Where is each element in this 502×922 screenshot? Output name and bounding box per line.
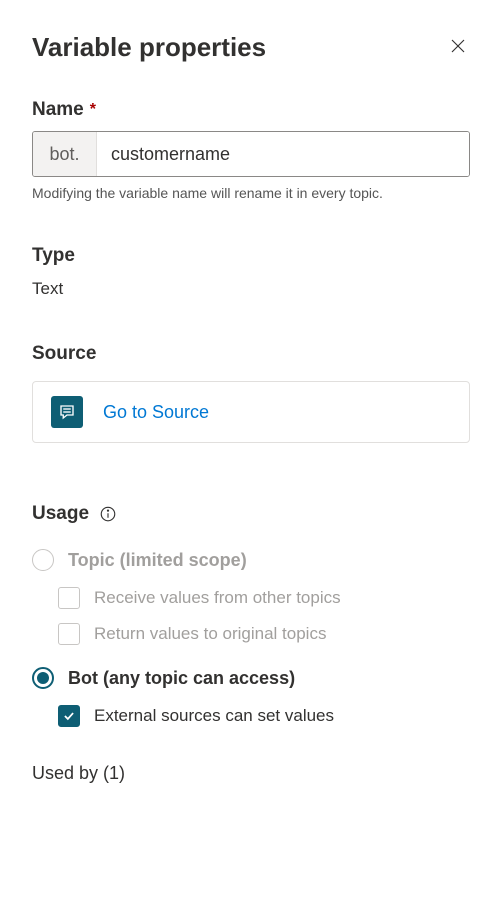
return-values-label: Return values to original topics xyxy=(94,624,326,644)
used-by-label: Used by (1) xyxy=(32,763,470,784)
usage-label: Usage xyxy=(32,503,89,525)
return-values-checkbox xyxy=(58,623,80,645)
return-values-row: Return values to original topics xyxy=(58,623,470,645)
go-to-source-link-text: Go to Source xyxy=(103,402,209,423)
source-label: Source xyxy=(32,343,470,365)
usage-topic-radio-row: Topic (limited scope) xyxy=(32,549,470,571)
receive-values-checkbox xyxy=(58,587,80,609)
name-prefix: bot. xyxy=(33,132,97,176)
type-label: Type xyxy=(32,245,470,267)
chat-icon xyxy=(51,396,83,428)
info-icon[interactable] xyxy=(99,505,117,523)
close-icon xyxy=(449,37,467,58)
external-sources-checkbox[interactable] xyxy=(58,705,80,727)
name-helper-text: Modifying the variable name will rename … xyxy=(32,185,470,201)
usage-topic-label: Topic (limited scope) xyxy=(68,550,247,571)
usage-bot-label: Bot (any topic can access) xyxy=(68,668,295,689)
name-input-container: bot. xyxy=(32,131,470,177)
usage-bot-radio[interactable] xyxy=(32,667,54,689)
usage-bot-radio-row[interactable]: Bot (any topic can access) xyxy=(32,667,470,689)
receive-values-label: Receive values from other topics xyxy=(94,588,341,608)
close-button[interactable] xyxy=(446,36,470,60)
usage-topic-radio xyxy=(32,549,54,571)
panel-title: Variable properties xyxy=(32,32,266,63)
external-sources-label: External sources can set values xyxy=(94,706,334,726)
name-label: Name * xyxy=(32,99,470,121)
name-input[interactable] xyxy=(97,132,469,176)
type-value: Text xyxy=(32,279,470,299)
receive-values-row: Receive values from other topics xyxy=(58,587,470,609)
name-label-text: Name xyxy=(32,99,84,121)
external-sources-row[interactable]: External sources can set values xyxy=(58,705,470,727)
required-asterisk: * xyxy=(90,101,96,119)
go-to-source-button[interactable]: Go to Source xyxy=(32,381,470,443)
